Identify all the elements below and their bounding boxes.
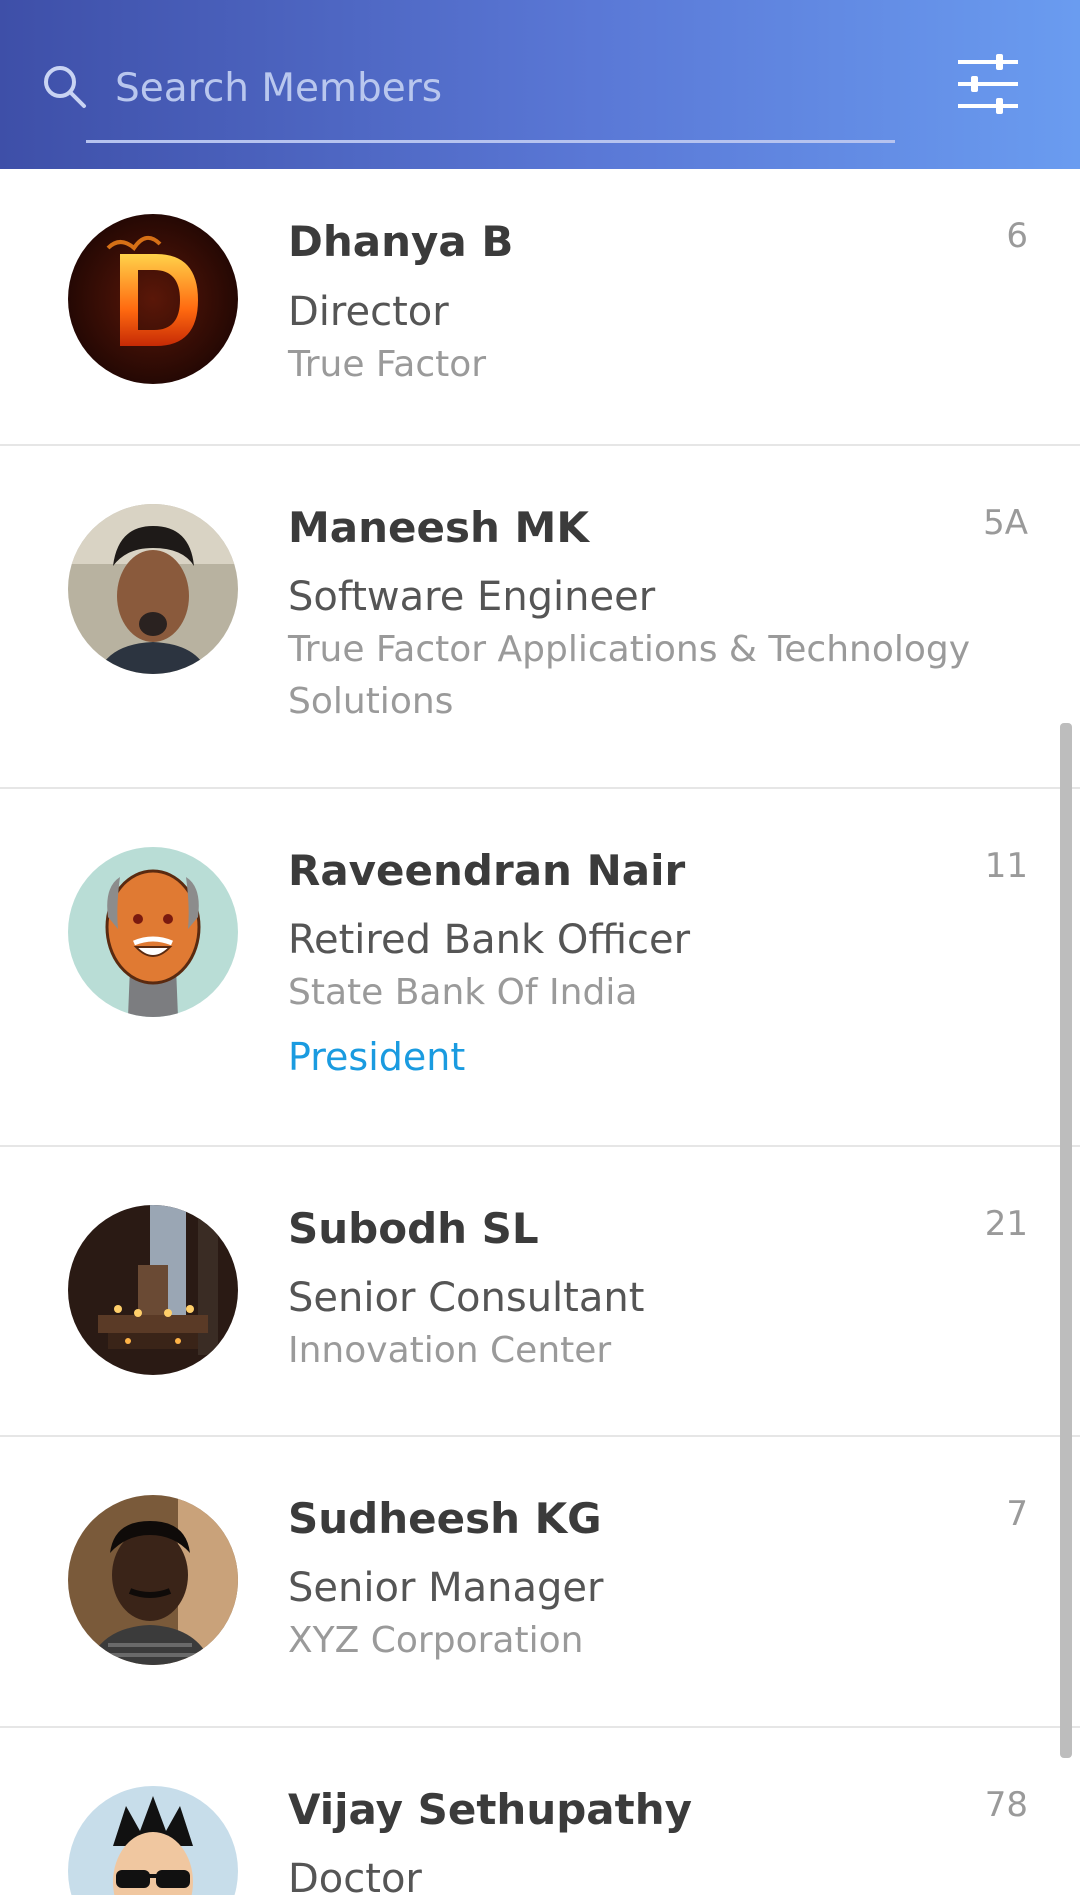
member-role: President <box>288 1035 466 1079</box>
member-count: 5A <box>983 503 1028 543</box>
member-name: Subodh SL <box>288 1204 539 1253</box>
member-title: Senior Manager <box>288 1565 604 1611</box>
member-title: Software Engineer <box>288 574 656 620</box>
member-row[interactable]: Vijay Sethupathy Doctor 78 <box>0 1728 1080 1895</box>
sliders-icon[interactable] <box>956 52 1020 116</box>
member-list-screen: Dhanya B Director True Factor 6 Maneesh … <box>0 0 1080 1895</box>
member-list: Dhanya B Director True Factor 6 Maneesh … <box>0 169 1080 1895</box>
member-name: Maneesh MK <box>288 503 589 552</box>
member-row[interactable]: Sudheesh KG Senior Manager XYZ Corporati… <box>0 1437 1080 1728</box>
member-name: Vijay Sethupathy <box>288 1785 692 1834</box>
member-count: 78 <box>984 1785 1028 1825</box>
member-row[interactable]: Subodh SL Senior Consultant Innovation C… <box>0 1147 1080 1437</box>
member-name: Dhanya B <box>288 217 514 266</box>
member-name: Sudheesh KG <box>288 1494 602 1543</box>
search-input[interactable] <box>115 58 895 118</box>
member-title: Director <box>288 289 449 335</box>
scrollbar[interactable] <box>1060 723 1072 1758</box>
avatar <box>68 214 238 384</box>
member-row[interactable]: Dhanya B Director True Factor 6 <box>0 169 1080 446</box>
member-title: Senior Consultant <box>288 1275 645 1321</box>
avatar <box>68 847 238 1017</box>
avatar <box>68 1495 238 1665</box>
member-count: 6 <box>1006 216 1028 256</box>
member-count: 7 <box>1006 1494 1028 1534</box>
member-count: 21 <box>984 1204 1028 1244</box>
avatar <box>68 1205 238 1375</box>
member-organization: XYZ Corporation <box>288 1620 584 1661</box>
avatar <box>68 1786 238 1895</box>
search-icon[interactable] <box>40 62 90 112</box>
member-name: Raveendran Nair <box>288 846 686 895</box>
member-organization: State Bank Of India <box>288 972 638 1013</box>
member-row[interactable]: Maneesh MK Software Engineer True Factor… <box>0 446 1080 789</box>
member-organization: Innovation Center <box>288 1330 612 1371</box>
member-title: Retired Bank Officer <box>288 917 691 963</box>
member-row[interactable]: Raveendran Nair Retired Bank Officer Sta… <box>0 789 1080 1147</box>
avatar <box>68 504 238 674</box>
member-organization: True Factor <box>288 344 487 385</box>
member-count: 11 <box>984 846 1028 886</box>
member-title: Doctor <box>288 1856 422 1895</box>
search-header <box>0 0 1080 169</box>
search-underline <box>86 140 895 143</box>
member-organization: True Factor Applications & Technology So… <box>288 629 971 722</box>
